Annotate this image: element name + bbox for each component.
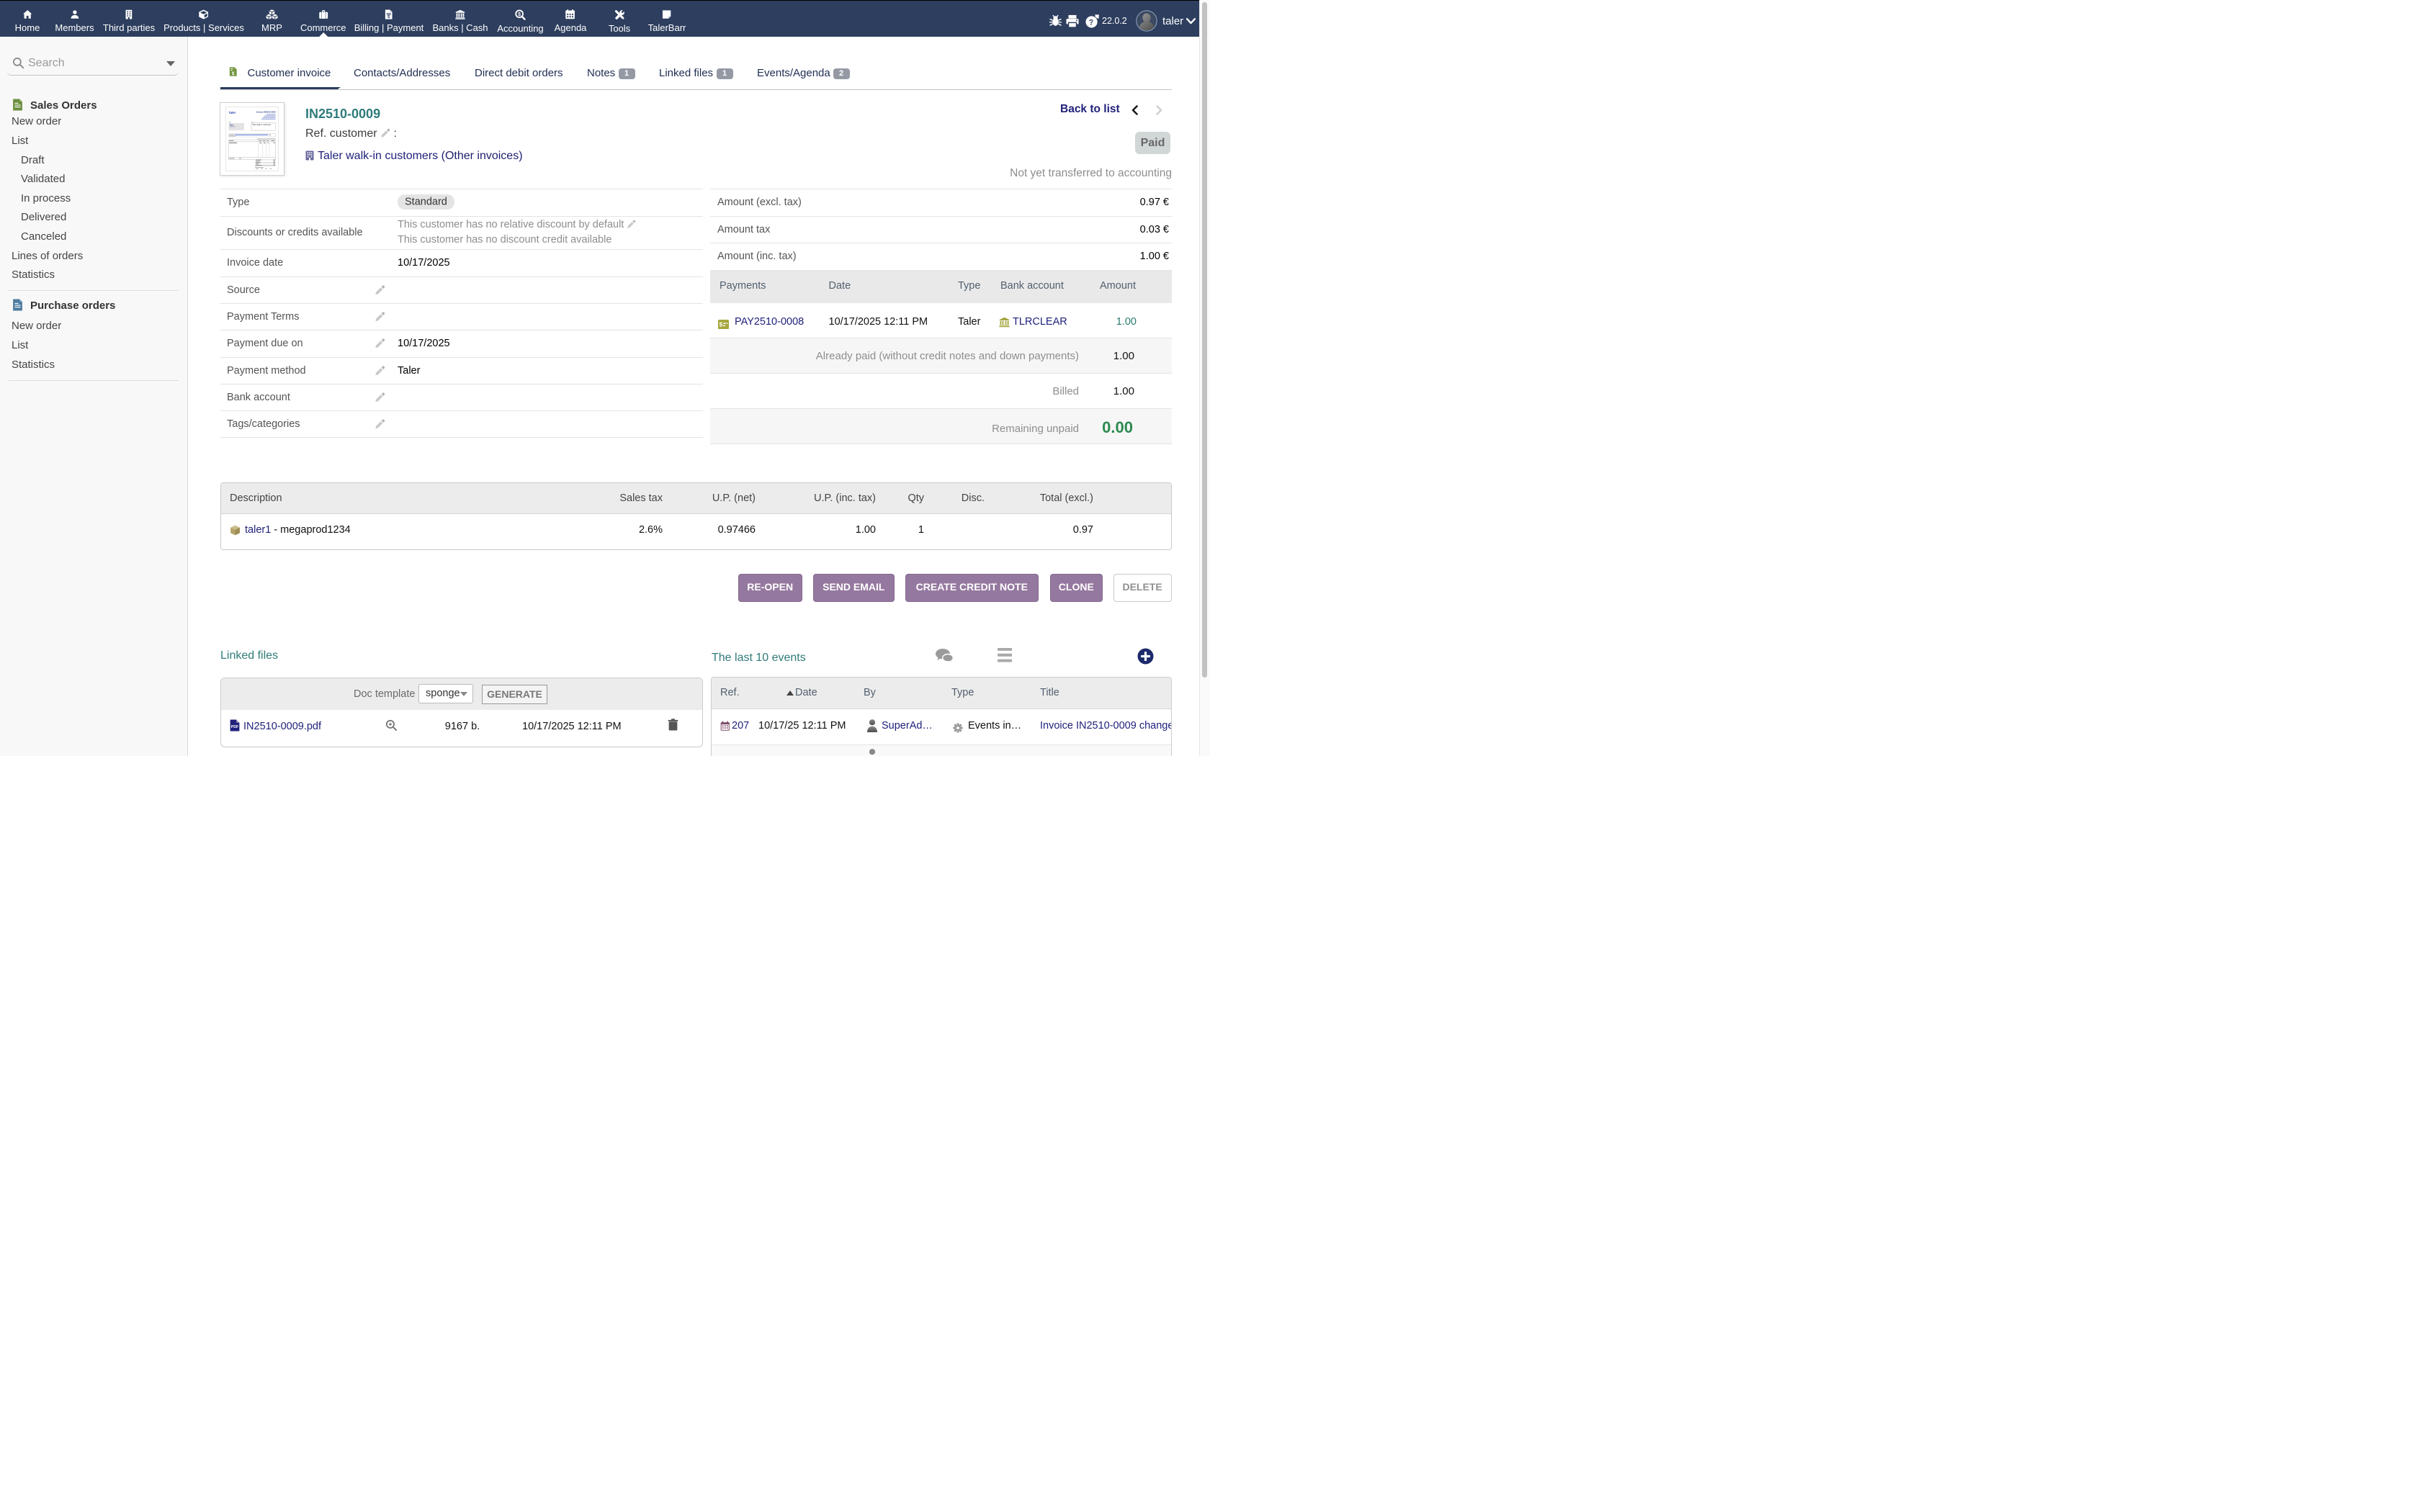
svg-text:Invoice IN2510-0009: Invoice IN2510-0009 (256, 111, 276, 114)
svg-text:PDF: PDF (231, 725, 239, 729)
svg-text:$: $ (518, 12, 521, 17)
svg-text:Taler walk-in customers: Taler walk-in customers (252, 124, 272, 126)
svg-text:Taler: Taler (230, 124, 234, 127)
svg-text:Taler: Taler (229, 111, 236, 114)
svg-text:$: $ (720, 321, 723, 328)
svg-text:$: $ (231, 71, 234, 76)
svg-text:?: ? (1089, 18, 1094, 27)
